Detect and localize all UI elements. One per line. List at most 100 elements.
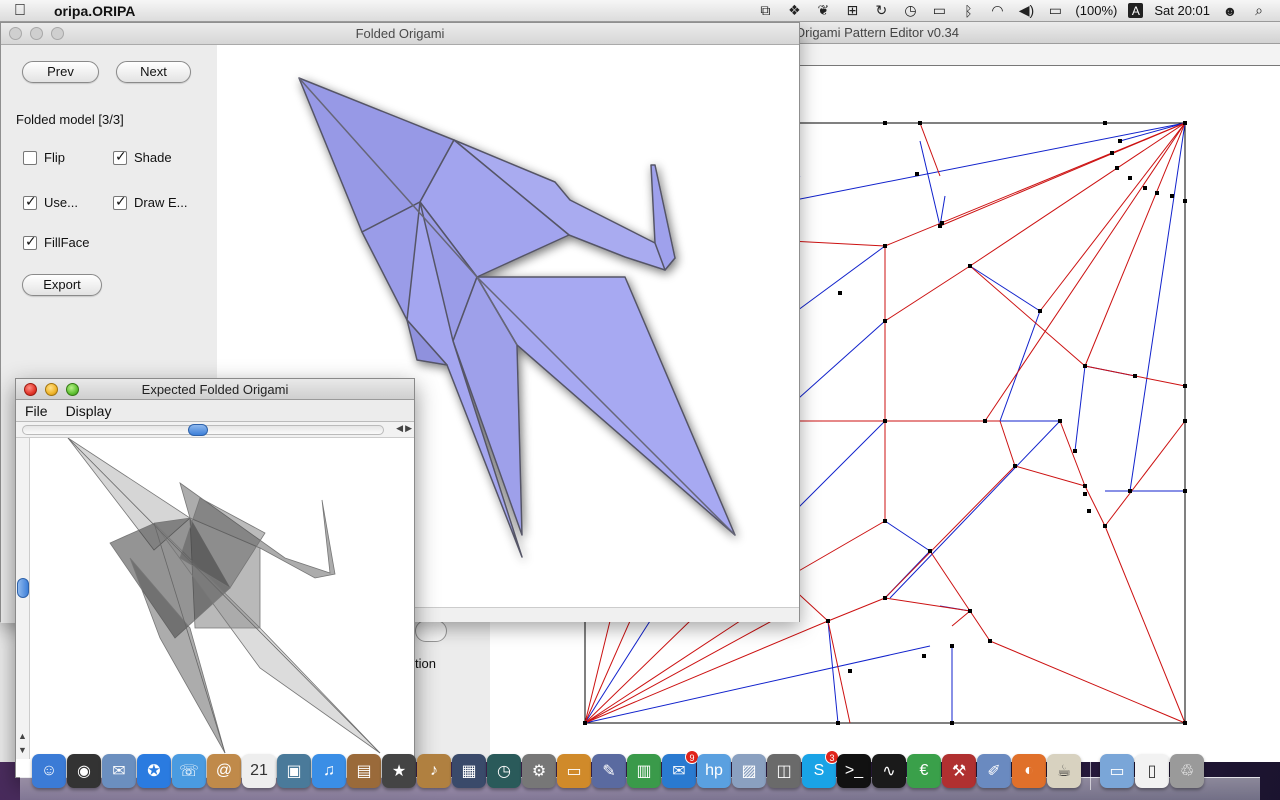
prev-button[interactable]: Prev — [22, 61, 99, 83]
system-preferences-icon[interactable]: ⚙ — [522, 754, 556, 788]
use-checkbox-label: Use... — [44, 195, 78, 210]
apple-menu-icon[interactable]:  — [0, 2, 40, 20]
display-icon[interactable]: ▭ — [930, 2, 948, 19]
mail-badge-icon[interactable]: ✉ 9 — [662, 750, 699, 788]
menubar-clock[interactable]: Sat 20:01 — [1154, 3, 1210, 18]
hp-utility-icon[interactable]: hp — [697, 754, 731, 788]
activity-monitor-icon[interactable]: ∿ — [872, 754, 906, 788]
volume-icon[interactable]: ◀) — [1017, 2, 1035, 19]
shade-checkbox[interactable]: Shade — [113, 148, 172, 165]
display-menu[interactable]: Display — [66, 403, 112, 419]
spotlight-search-icon[interactable]: ⌕ — [1250, 2, 1268, 19]
address-book-icon[interactable]: @ — [207, 754, 241, 788]
editor-partial-label: tion — [415, 656, 436, 671]
safari-icon[interactable]: ✪ — [137, 754, 171, 788]
fillface-checkbox[interactable]: FillFace — [23, 233, 90, 250]
pages-icon[interactable]: ✎ — [592, 754, 626, 788]
itunes-icon[interactable]: ♫ — [312, 754, 346, 788]
shade-checkbox-box[interactable] — [113, 148, 127, 165]
trash-icon[interactable]: ♲ — [1170, 754, 1204, 788]
close-icon[interactable] — [24, 383, 37, 396]
scroll-arrows[interactable]: ◀ ▶ — [396, 423, 412, 434]
coffee-icon[interactable]: ☕ — [1047, 754, 1081, 788]
spaces-icon[interactable]: ⧉ — [756, 2, 774, 19]
battery-icon[interactable]: ▭ — [1046, 2, 1064, 19]
numbers-icon[interactable]: ▥ — [627, 754, 661, 788]
documents-stack-icon[interactable]: ▯ — [1135, 754, 1169, 788]
firefox-icon[interactable]: ◐ — [1012, 754, 1046, 788]
file-menu[interactable]: File — [25, 403, 48, 419]
time-machine-icon[interactable]: ◷ — [901, 2, 919, 19]
editor-partial-button[interactable] — [415, 620, 447, 642]
draw-edges-checkbox[interactable]: Draw E... — [113, 193, 187, 210]
close-icon[interactable] — [9, 27, 22, 40]
expected-window-controls — [24, 383, 79, 396]
export-button[interactable]: Export — [22, 274, 102, 296]
zoom-icon[interactable] — [66, 383, 79, 396]
iphoto-icon[interactable]: ▣ — [277, 754, 311, 788]
fillface-checkbox-label: FillFace — [44, 235, 90, 250]
expected-titlebar[interactable]: Expected Folded Origami — [16, 379, 414, 400]
use-checkbox[interactable]: Use... — [23, 193, 78, 210]
scroll-left-icon[interactable]: ◀ — [396, 423, 403, 434]
flip-checkbox-label: Flip — [44, 150, 65, 165]
image-capture-icon[interactable]: ◫ — [767, 754, 801, 788]
vertical-scroll-thumb[interactable] — [17, 578, 29, 598]
menubar:  oripa.ORIPA ⧉ ❖ ❦ ⊞ ↻ ◷ ▭ ᛒ ◠ ◀) ▭ (10… — [0, 0, 1280, 22]
keynote-icon[interactable]: ▭ — [557, 754, 591, 788]
scroll-thumb[interactable] — [188, 424, 208, 436]
dock: ☺ ◉ ✉ ✪ ☏ @21 ▣ ♫ ▤ ★ ♪ ▦ ◷ ⚙ ▭ ✎ ▥ ✉ 9 hp ▨ ◫ S 3 >_ ∿ € ⚒ ✐ ◐ ☕ ▭ ▯ ♲ — [20, 748, 1260, 800]
bluetooth-icon[interactable]: ᛒ — [959, 3, 977, 19]
spaces-icon[interactable]: ▦ — [452, 754, 486, 788]
expected-title: Expected Folded Origami — [141, 382, 289, 397]
dropbox-icon[interactable]: ❖ — [785, 2, 803, 19]
use-checkbox-box[interactable] — [23, 193, 37, 210]
sync-icon[interactable]: ↻ — [872, 2, 890, 19]
expected-horizontal-scrollbar[interactable]: ◀ ▶ — [16, 422, 414, 438]
editor-menu-strip — [800, 44, 1280, 66]
script-editor-icon[interactable]: ✐ — [977, 754, 1011, 788]
app-menu-name[interactable]: oripa.ORIPA — [54, 3, 135, 19]
imovie-icon[interactable]: ★ — [382, 754, 416, 788]
expected-vertical-scrollbar[interactable]: ▲ ▼ — [16, 438, 30, 759]
draw-edges-checkbox-box[interactable] — [113, 193, 127, 210]
evernote-icon[interactable]: ❦ — [814, 2, 832, 19]
scroll-right-icon[interactable]: ▶ — [405, 423, 412, 434]
preview-icon[interactable]: ▨ — [732, 754, 766, 788]
dashboard-icon[interactable]: ◉ — [67, 754, 101, 788]
folded-title: Folded Origami — [355, 26, 445, 41]
mail-stamp-icon[interactable]: ✉ — [102, 754, 136, 788]
time-machine-icon[interactable]: ◷ — [487, 754, 521, 788]
scroll-up-icon[interactable]: ▲ — [18, 729, 27, 743]
finder-icon[interactable]: ☺ — [32, 754, 66, 788]
expected-menubar: File Display — [16, 400, 414, 422]
minimize-icon[interactable] — [45, 383, 58, 396]
battery-percent[interactable]: (100%) — [1075, 3, 1117, 18]
user-icon[interactable]: ☻ — [1221, 3, 1239, 19]
next-button[interactable]: Next — [116, 61, 191, 83]
input-source-icon[interactable]: A — [1128, 3, 1144, 18]
terminal-icon[interactable]: >_ — [837, 754, 871, 788]
flip-checkbox[interactable]: Flip — [23, 150, 65, 165]
fillface-checkbox-box[interactable] — [23, 233, 37, 250]
utility-icon[interactable]: ⚒ — [942, 754, 976, 788]
garageband-icon[interactable]: ♪ — [417, 754, 451, 788]
folded-model-status: Folded model [3/3] — [16, 112, 124, 127]
zoom-icon[interactable] — [51, 27, 64, 40]
ical-icon[interactable]: 21 — [242, 754, 276, 788]
folded-titlebar[interactable]: Folded Origami — [1, 23, 799, 45]
money-icon[interactable]: € — [907, 754, 941, 788]
wifi-icon[interactable]: ◠ — [988, 2, 1006, 19]
flip-checkbox-box[interactable] — [23, 150, 37, 165]
skype-icon[interactable]: S3 — [802, 750, 839, 788]
expected-folded-origami-window: Expected Folded Origami File Display ◀ ▶… — [15, 378, 415, 778]
minimize-icon[interactable] — [30, 27, 43, 40]
status-items: ⧉ ❖ ❦ ⊞ ↻ ◷ ▭ ᛒ ◠ ◀) ▭ (100%) A Sat 20:0… — [756, 2, 1280, 19]
ichat-icon[interactable]: ☏ — [172, 754, 206, 788]
dock-separator — [1090, 760, 1091, 790]
expected-model-view[interactable] — [30, 437, 414, 759]
bookmark-icon[interactable]: ⊞ — [843, 2, 861, 19]
applications-folder-icon[interactable]: ▭ — [1100, 754, 1134, 788]
shade-checkbox-label: Shade — [134, 150, 172, 165]
photo-booth-icon[interactable]: ▤ — [347, 754, 381, 788]
